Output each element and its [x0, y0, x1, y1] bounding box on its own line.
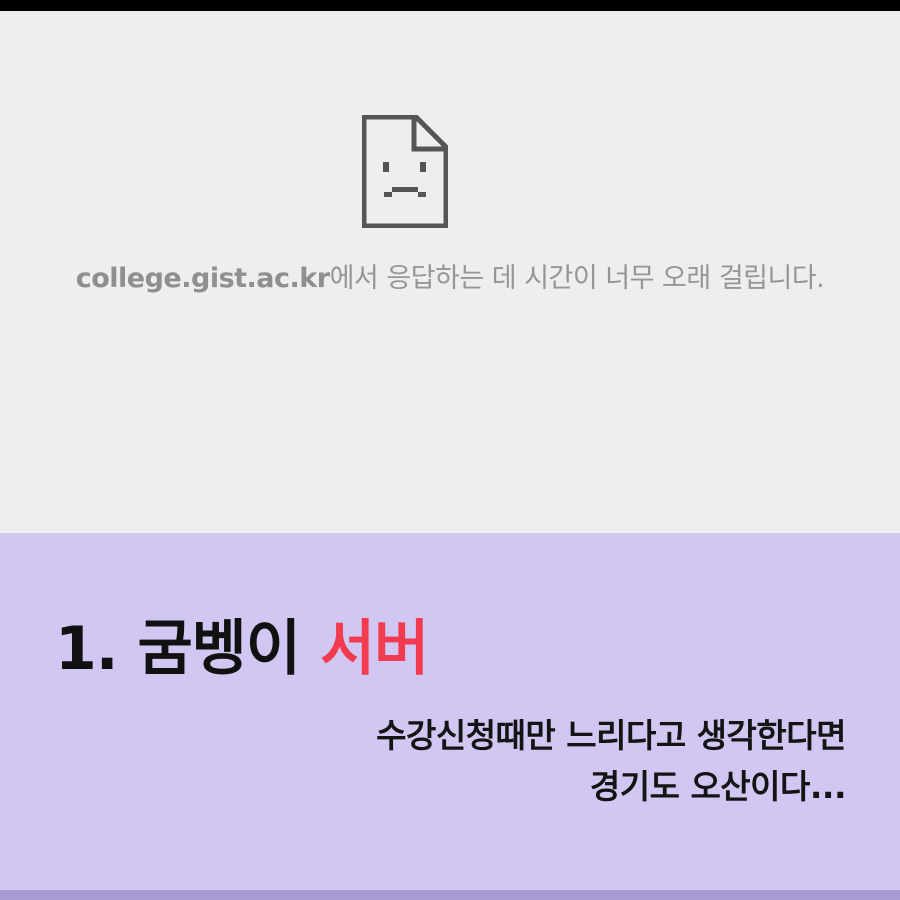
error-message: college.gist.ac.kr에서 응답하는 데 시간이 너무 오래 걸립…	[0, 256, 900, 295]
error-domain: college.gist.ac.kr	[75, 263, 330, 294]
caption-subtext: 수강신청때만 느리다고 생각한다면 경기도 오산이다...	[146, 710, 846, 812]
headline-accent: 서버	[319, 614, 429, 684]
bottom-strip	[0, 890, 900, 900]
headline-title: 굼벵이	[137, 614, 301, 684]
error-text: 에서 응답하는 데 시간이 너무 오래 걸립니다.	[329, 263, 825, 294]
headline-number: 1.	[55, 614, 119, 684]
sad-file-icon	[362, 115, 448, 228]
subtext-line-1: 수강신청때만 느리다고 생각한다면	[376, 716, 846, 755]
top-bar	[0, 0, 900, 11]
caption-headline: 1. 굼벵이 서버	[55, 600, 429, 687]
subtext-line-2: 경기도 오산이다...	[589, 767, 847, 806]
